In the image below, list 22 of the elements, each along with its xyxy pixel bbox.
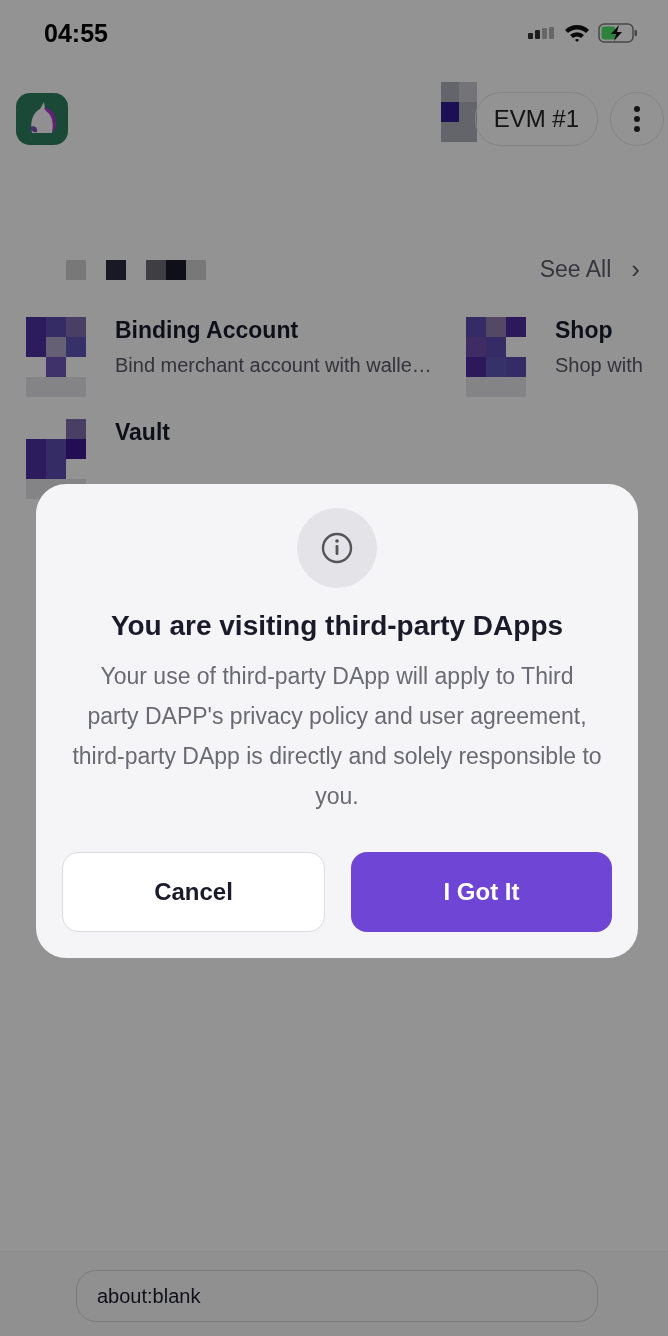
status-time: 04:55	[44, 18, 108, 48]
dapp-item[interactable]: Binding Account Bind merchant account with walle…	[26, 317, 466, 397]
confirm-button[interactable]: I Got It	[351, 852, 612, 932]
dapp-description: Shop with	[555, 354, 643, 377]
account-selector[interactable]: EVM #1	[474, 92, 598, 146]
dapp-title: Vault	[115, 419, 170, 446]
dialog-message: Your use of third-party DApp will apply to Third party DAPP's privacy policy and user agreement, third-party DApp is directly and solely responsible to you.	[72, 662, 602, 811]
pixelated-icon	[466, 317, 526, 397]
battery-charging-icon	[598, 23, 638, 43]
wifi-icon	[564, 23, 590, 43]
dapp-title: Binding Account	[115, 317, 300, 344]
pixelated-icon	[440, 82, 477, 142]
signal-icon	[528, 27, 556, 39]
dapp-item[interactable]: Shop Shop with	[466, 317, 668, 397]
dialog-title: You are visiting third-party DApps	[110, 610, 564, 642]
pixelated-icon	[26, 317, 86, 397]
more-icon	[634, 106, 640, 132]
address-field[interactable]: about:blank	[76, 1270, 598, 1322]
cancel-button[interactable]: Cancel	[62, 852, 325, 932]
dapp-title: Shop	[555, 317, 614, 344]
see-all-link[interactable]: See All ›	[539, 254, 640, 285]
dapp-description: Bind merchant account with walle…	[115, 354, 432, 377]
